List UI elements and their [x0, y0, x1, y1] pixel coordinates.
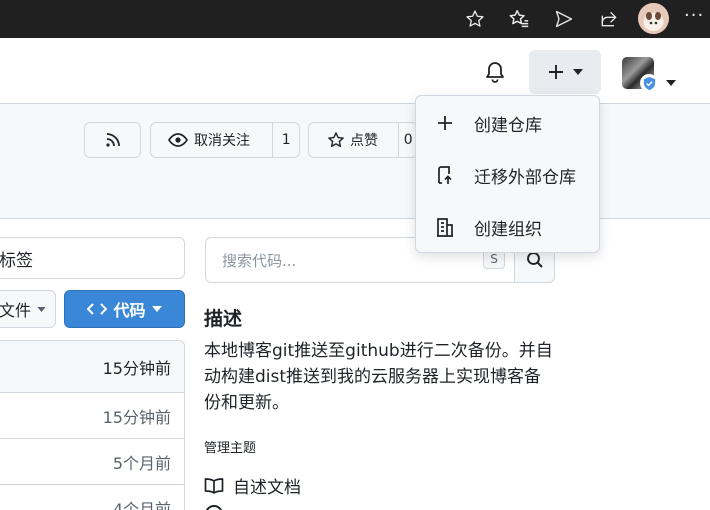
table-row[interactable]: 4个月前 [0, 485, 184, 510]
rss-button[interactable] [84, 122, 141, 158]
create-menu: 创建仓库 迁移外部仓库 创建组织 [415, 95, 600, 253]
commit-time: 15分钟前 [102, 358, 171, 378]
menu-item-migrate-repo[interactable]: 迁移外部仓库 [416, 155, 599, 195]
browser-toolbar: ··· [0, 0, 710, 38]
code-button[interactable]: 代码 [64, 290, 185, 328]
rss-icon [105, 133, 120, 147]
manage-topics-link[interactable]: 管理主题 [204, 437, 256, 456]
readme-label: 自述文档 [233, 478, 301, 498]
repo-header: 取消关注 1 点赞 0 [0, 104, 710, 219]
browser-menu-icon[interactable]: ··· [684, 5, 704, 26]
tag-input-text: 标签 [0, 250, 33, 271]
site-header [0, 38, 710, 104]
menu-item-label: 迁移外部仓库 [474, 167, 576, 188]
bell-icon[interactable] [478, 55, 512, 89]
menu-item-label: 创建组织 [474, 219, 542, 240]
share-icon[interactable] [594, 4, 624, 34]
commit-time: 4个月前 [112, 499, 171, 510]
create-new-button[interactable] [529, 50, 601, 94]
code-label: 代码 [113, 301, 146, 320]
favorite-star-icon[interactable] [460, 4, 490, 34]
caret-down-icon [573, 69, 583, 75]
menu-item-new-repo[interactable]: 创建仓库 [416, 103, 599, 143]
description-heading: 描述 [204, 308, 243, 330]
menu-item-new-org[interactable]: 创建组织 [416, 207, 599, 247]
caret-down-icon [37, 306, 46, 312]
organization-icon [437, 218, 453, 237]
caret-down-icon [151, 306, 162, 312]
file-list: 15分钟前 15分钟前 5个月前 4个月前 [0, 340, 185, 510]
table-row[interactable]: 15分钟前 [0, 341, 184, 393]
search-icon [526, 252, 543, 268]
add-file-button[interactable]: 文件 [0, 290, 56, 328]
files-label: 文件 [0, 301, 32, 320]
commit-time: 5个月前 [112, 453, 171, 473]
law-icon [205, 505, 223, 510]
unwatch-label: 取消关注 [194, 133, 250, 149]
star-label: 点赞 [350, 133, 378, 149]
browser-profile-avatar[interactable] [638, 3, 669, 34]
tag-input[interactable]: 标签 [0, 237, 185, 279]
watch-count[interactable]: 1 [273, 132, 299, 148]
plus-icon [549, 65, 563, 79]
readme-link[interactable]: 自述文档 [204, 473, 301, 498]
description-text: 本地博客git推送至github进行二次备份。并自动构建dist推送到我的云服务… [204, 341, 553, 413]
star-button[interactable]: 点赞 0 [308, 122, 418, 158]
plus-icon [438, 116, 452, 130]
send-icon[interactable] [549, 4, 579, 34]
caret-down-icon[interactable] [666, 71, 676, 90]
commit-time: 15分钟前 [102, 407, 171, 427]
repo-push-icon [438, 166, 452, 184]
star-icon [328, 132, 344, 148]
shield-icon [640, 74, 658, 92]
search-placeholder: 搜索代码... [222, 251, 297, 270]
eye-icon [168, 133, 188, 147]
favorites-list-icon[interactable] [504, 4, 534, 34]
book-icon [204, 477, 224, 494]
menu-item-label: 创建仓库 [474, 115, 542, 136]
table-row[interactable]: 15分钟前 [0, 393, 184, 439]
unwatch-button[interactable]: 取消关注 1 [150, 122, 300, 158]
code-icon [87, 303, 108, 315]
table-row[interactable]: 5个月前 [0, 439, 184, 485]
